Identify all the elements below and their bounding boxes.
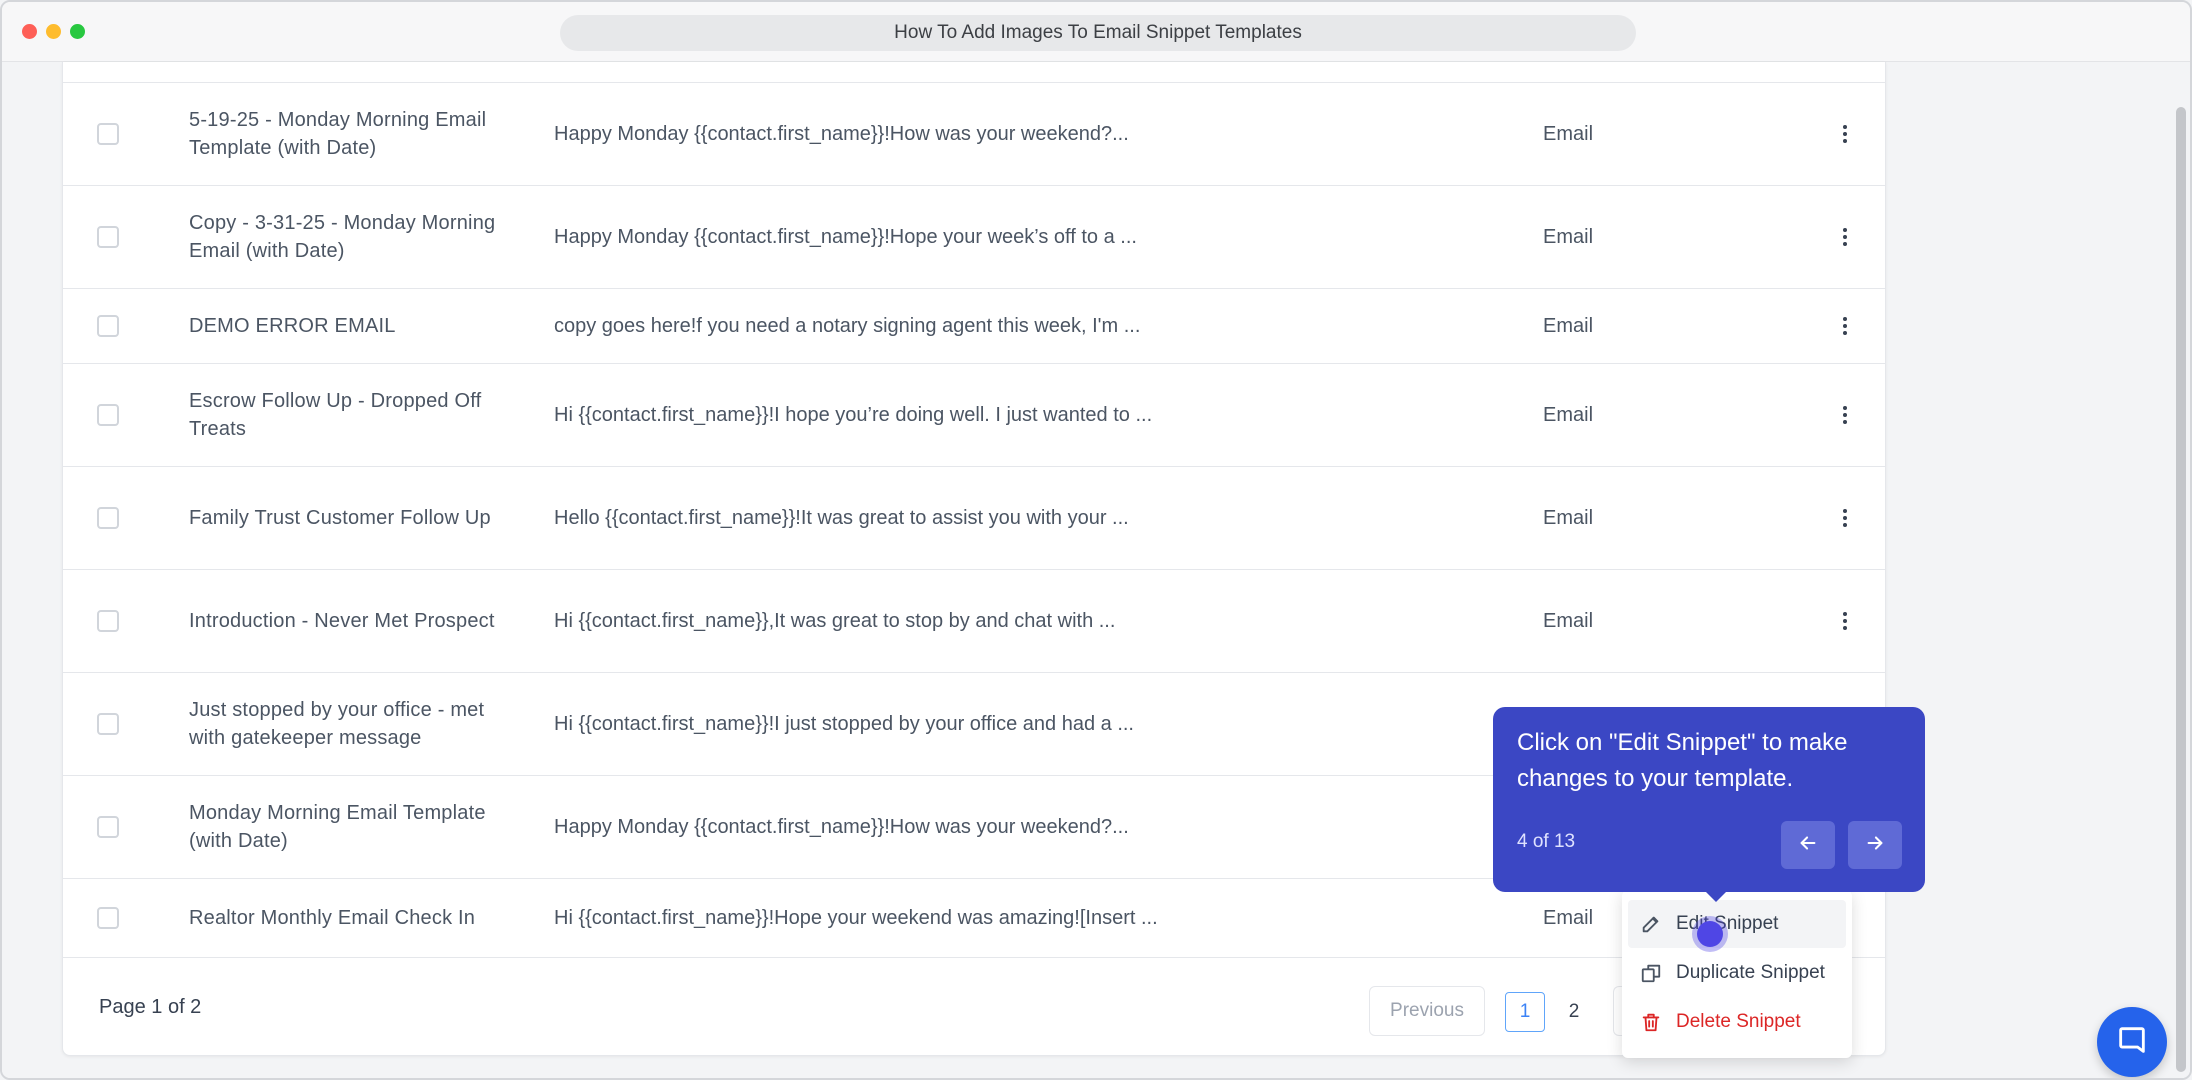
page-content: 5-19-25 - Monday Morning Email Template …	[2, 62, 2190, 1078]
row-checkbox[interactable]	[97, 713, 119, 735]
maximize-window-button[interactable]	[70, 24, 85, 39]
snippet-body: Hi {{contact.first_name}},It was great t…	[554, 609, 1116, 632]
minimize-window-button[interactable]	[46, 24, 61, 39]
snippet-name[interactable]: Just stopped by your office - met with g…	[189, 673, 509, 775]
snippet-name[interactable]: 5-19-25 - Monday Morning Email Template …	[189, 83, 509, 185]
scrollbar[interactable]	[2170, 62, 2190, 1078]
duplicate-snippet-menu-item[interactable]: Duplicate Snippet	[1628, 949, 1846, 997]
snippet-body: Hi {{contact.first_name}}!I hope you’re …	[554, 403, 1153, 426]
table-row[interactable]: Family Trust Customer Follow Up Hello {{…	[63, 467, 1885, 570]
snippet-type: Email	[1543, 122, 1594, 145]
snippet-type: Email	[1543, 314, 1594, 337]
page-2-button[interactable]: 2	[1554, 992, 1594, 1032]
table-row[interactable]: 5-19-25 - Monday Morning Email Template …	[63, 83, 1885, 186]
kebab-menu-icon[interactable]	[1833, 225, 1857, 249]
snippet-body: copy goes here!f you need a notary signi…	[554, 314, 1141, 337]
snippet-type: Email	[1543, 609, 1594, 632]
row-checkbox[interactable]	[97, 123, 119, 145]
table-row[interactable]: Copy - 3-31-25 - Monday Morning Email (w…	[63, 186, 1885, 289]
row-checkbox[interactable]	[97, 226, 119, 248]
delete-snippet-menu-item[interactable]: Delete Snippet	[1628, 998, 1846, 1046]
guide-tooltip: Click on "Edit Snippet" to make changes …	[1493, 707, 1925, 902]
snippet-name[interactable]: Monday Morning Email Template (with Date…	[189, 776, 509, 878]
snippet-actions-menu: Edit Snippet Duplicate Snippet Delete Sn…	[1622, 890, 1852, 1058]
snippet-body: Hi {{contact.first_name}}!Hope your week…	[554, 906, 1158, 929]
page-1-button[interactable]: 1	[1505, 992, 1545, 1032]
chat-widget-button[interactable]	[2097, 1007, 2167, 1077]
page-info: Page 1 of 2	[99, 995, 202, 1018]
kebab-menu-icon[interactable]	[1833, 506, 1857, 530]
pencil-icon	[1638, 911, 1664, 937]
duplicate-snippet-label: Duplicate Snippet	[1676, 962, 1825, 983]
snippet-body: Happy Monday {{contact.first_name}}!Hope…	[554, 225, 1137, 248]
snippet-body: Hello {{contact.first_name}}!It was grea…	[554, 506, 1129, 529]
snippet-type: Email	[1543, 403, 1594, 426]
trash-icon	[1638, 1009, 1664, 1035]
edit-snippet-menu-item[interactable]: Edit Snippet	[1628, 900, 1846, 948]
snippet-name[interactable]: Introduction - Never Met Prospect	[189, 570, 509, 672]
address-bar[interactable]: How To Add Images To Email Snippet Templ…	[560, 15, 1636, 51]
tooltip-step-counter: 4 of 13	[1517, 831, 1576, 852]
scrollbar-thumb[interactable]	[2176, 107, 2186, 1072]
row-checkbox[interactable]	[97, 315, 119, 337]
row-checkbox[interactable]	[97, 507, 119, 529]
snippet-body: Hi {{contact.first_name}}!I just stopped…	[554, 712, 1134, 735]
pagination-footer: Page 1 of 2 Previous 1 2	[63, 958, 1885, 1056]
snippet-type: Email	[1543, 225, 1594, 248]
snippet-type: Email	[1543, 506, 1594, 529]
snippet-body: Happy Monday {{contact.first_name}}!How …	[554, 122, 1129, 145]
table-row[interactable]: Escrow Follow Up - Dropped Off Treats Hi…	[63, 364, 1885, 467]
chat-icon	[2115, 1023, 2149, 1062]
kebab-menu-icon[interactable]	[1833, 403, 1857, 427]
title-bar: How To Add Images To Email Snippet Templ…	[2, 2, 2190, 62]
snippet-name[interactable]: Copy - 3-31-25 - Monday Morning Email (w…	[189, 186, 509, 288]
click-indicator	[1692, 916, 1728, 952]
snippet-name[interactable]: DEMO ERROR EMAIL	[189, 289, 509, 363]
close-window-button[interactable]	[22, 24, 37, 39]
row-checkbox[interactable]	[97, 610, 119, 632]
duplicate-icon	[1638, 960, 1664, 986]
table-row[interactable]: Introduction - Never Met Prospect Hi {{c…	[63, 570, 1885, 673]
kebab-menu-icon[interactable]	[1833, 122, 1857, 146]
row-checkbox[interactable]	[97, 907, 119, 929]
tooltip-next-button[interactable]	[1848, 821, 1902, 869]
kebab-menu-icon[interactable]	[1833, 314, 1857, 338]
arrow-left-icon	[1797, 832, 1819, 859]
row-checkbox[interactable]	[97, 816, 119, 838]
tooltip-previous-button[interactable]	[1781, 821, 1835, 869]
kebab-menu-icon[interactable]	[1833, 609, 1857, 633]
tooltip-text: Click on "Edit Snippet" to make changes …	[1517, 729, 1848, 792]
delete-snippet-label: Delete Snippet	[1676, 1011, 1801, 1032]
snippet-name[interactable]: Escrow Follow Up - Dropped Off Treats	[189, 364, 509, 466]
row-checkbox[interactable]	[97, 404, 119, 426]
snippets-table: 5-19-25 - Monday Morning Email Template …	[62, 62, 1886, 1056]
snippet-name[interactable]: Family Trust Customer Follow Up	[189, 467, 509, 569]
snippet-body: Happy Monday {{contact.first_name}}!How …	[554, 815, 1129, 838]
arrow-right-icon	[1864, 832, 1886, 859]
table-row[interactable]: DEMO ERROR EMAIL copy goes here!f you ne…	[63, 289, 1885, 364]
snippet-name[interactable]: Realtor Monthly Email Check In	[189, 879, 509, 957]
browser-window: How To Add Images To Email Snippet Templ…	[0, 0, 2192, 1080]
previous-page-button[interactable]: Previous	[1369, 986, 1485, 1036]
